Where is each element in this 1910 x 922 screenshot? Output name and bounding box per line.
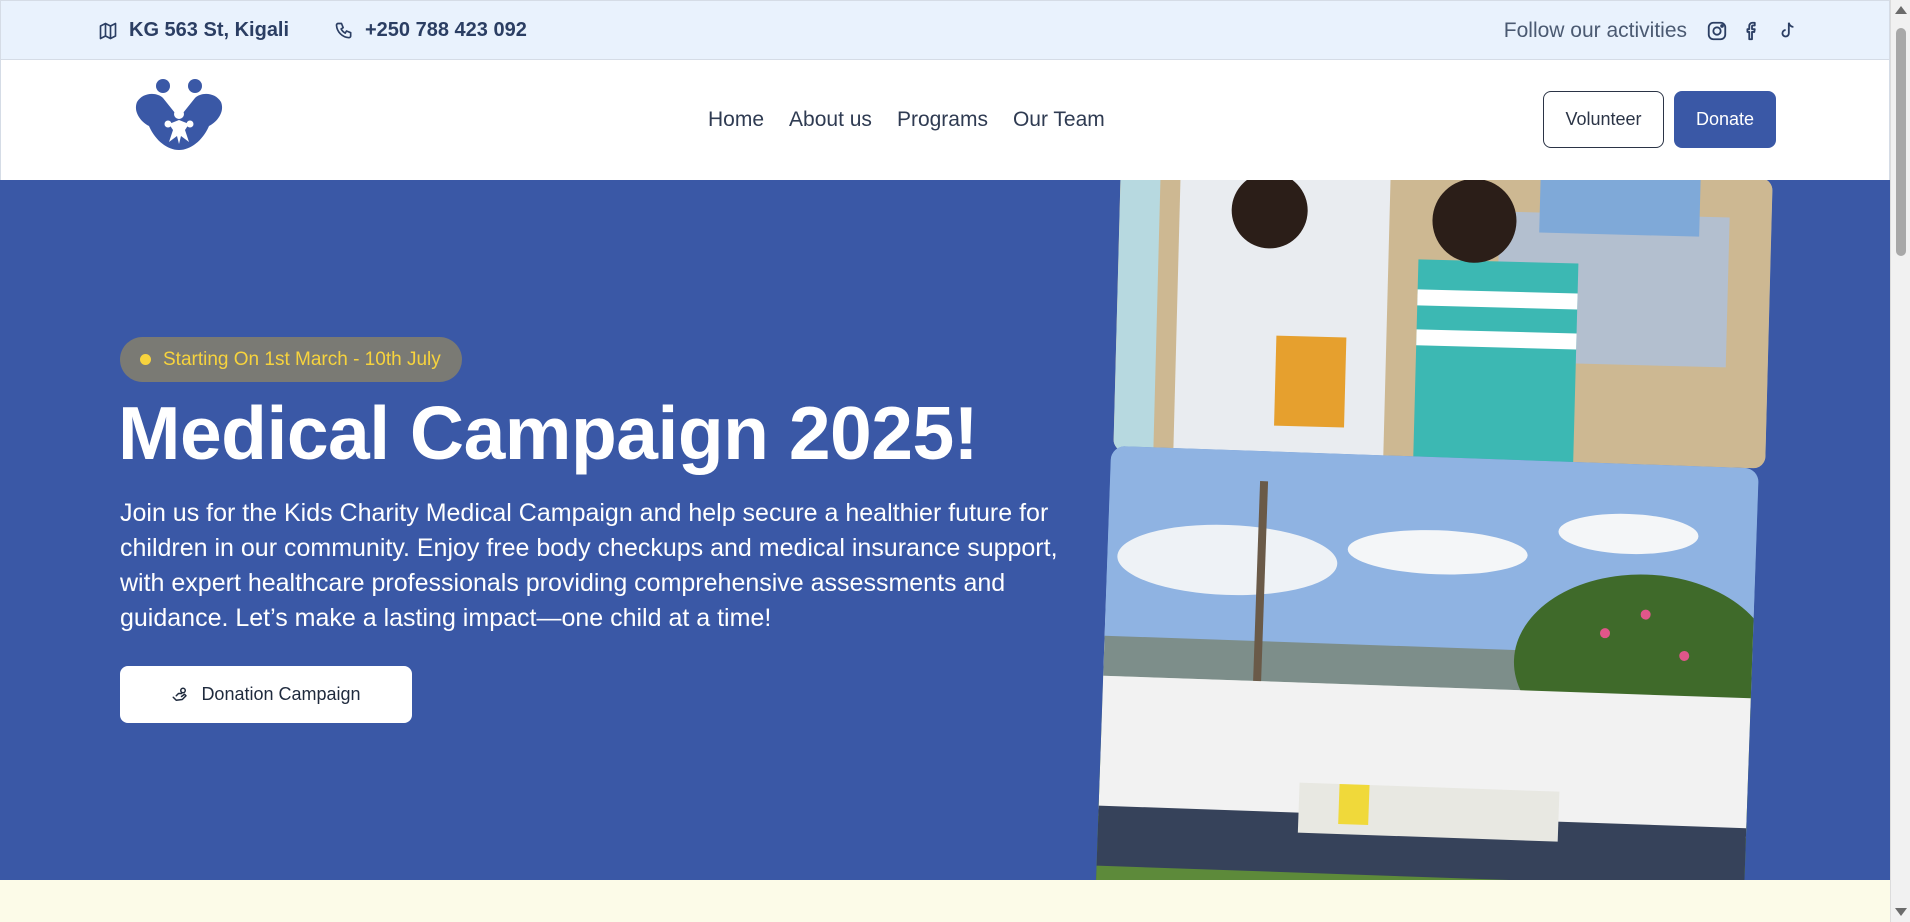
phone-icon <box>335 22 352 39</box>
hand-coins-icon <box>172 687 188 701</box>
nav-about-us[interactable]: About us <box>789 108 872 132</box>
facebook-icon[interactable] <box>1741 20 1763 42</box>
donate-button[interactable]: Donate <box>1674 91 1776 148</box>
main-navbar: Home About us Programs Our Team Voluntee… <box>0 60 1890 180</box>
nav-programs[interactable]: Programs <box>897 108 988 132</box>
badge-dot-icon <box>140 354 151 365</box>
hero-title: Medical Campaign 2025! <box>118 391 979 475</box>
campaign-photo-group <box>1095 445 1759 880</box>
hero-section: Starting On 1st March - 10th July Medica… <box>0 180 1890 880</box>
donation-campaign-label: Donation Campaign <box>201 684 361 704</box>
tiktok-icon[interactable] <box>1776 20 1798 42</box>
badge-text: Starting On 1st March - 10th July <box>163 348 441 370</box>
kids-photo-image <box>1113 180 1773 469</box>
campaign-photo-kids <box>1113 180 1773 469</box>
nav-home[interactable]: Home <box>708 108 764 132</box>
map-icon <box>99 22 117 39</box>
donation-campaign-button[interactable]: Donation Campaign <box>120 666 412 723</box>
main-nav: Home About us Programs Our Team <box>708 108 1105 132</box>
phone-info[interactable]: +250 788 423 092 <box>334 19 527 42</box>
nav-our-team[interactable]: Our Team <box>1013 108 1105 132</box>
scrollbar-thumb[interactable] <box>1896 28 1906 256</box>
scroll-up-arrow-icon[interactable] <box>1895 6 1907 14</box>
charity-logo[interactable] <box>133 78 225 152</box>
hero-description: Join us for the Kids Charity Medical Cam… <box>120 499 1058 632</box>
group-photo-image <box>1095 445 1759 880</box>
follow-text: Follow our activities <box>1503 19 1687 42</box>
instagram-icon[interactable] <box>1706 20 1728 42</box>
date-badge: Starting On 1st March - 10th July <box>120 337 462 382</box>
page-scrollbar[interactable] <box>1890 0 1910 922</box>
top-info-bar: KG 563 St, Kigali +250 788 423 092 Follo… <box>0 0 1890 60</box>
address-text: KG 563 St, Kigali <box>129 19 290 41</box>
scroll-down-arrow-icon[interactable] <box>1895 908 1907 916</box>
next-section-strip <box>0 880 1890 922</box>
volunteer-button[interactable]: Volunteer <box>1543 91 1664 148</box>
address-info: KG 563 St, Kigali <box>98 19 289 42</box>
phone-text: +250 788 423 092 <box>365 19 527 41</box>
